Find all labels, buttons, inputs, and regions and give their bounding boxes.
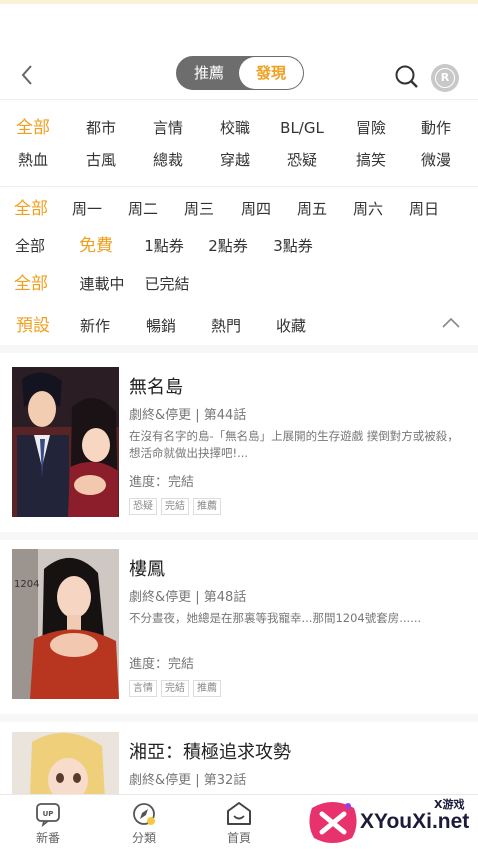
tab-category[interactable]: 分類 xyxy=(104,801,184,847)
weekday-chip-all[interactable]: 全部 xyxy=(12,194,50,224)
weekday-chip[interactable]: 周三 xyxy=(182,194,216,224)
comic-tags: 言情 完結 推薦 xyxy=(129,680,221,697)
svg-text:UP: UP xyxy=(43,810,54,818)
genre-chip[interactable]: 言情 xyxy=(151,113,185,143)
genre-chip[interactable]: 恐疑 xyxy=(285,145,319,175)
tab-label: 首頁 xyxy=(226,831,251,845)
genre-filter-row-2: 熱血 古風 總裁 穿越 恐疑 搞笑 微漫 xyxy=(0,145,478,175)
sort-chip[interactable]: 熱門 xyxy=(209,311,243,341)
genre-filter-row-1: 全部 都市 言情 校職 BL/GL 冒險 動作 xyxy=(0,113,478,143)
comic-tags: 恐疑 完結 推薦 xyxy=(129,498,221,515)
r-badge-icon[interactable]: R xyxy=(431,64,459,92)
comic-cover-image[interactable] xyxy=(12,367,119,517)
comic-cover-image[interactable] xyxy=(12,732,119,794)
chevron-up-icon[interactable] xyxy=(440,314,462,332)
comic-description: 不分晝夜，她總是在那裏等我寵幸...那間1204號套房...... xyxy=(129,611,422,625)
tab-home[interactable]: 首頁 xyxy=(199,801,279,847)
up-icon: UP xyxy=(36,803,60,827)
comic-meta: 劇終&停更 | 第32話 xyxy=(129,773,247,788)
comic-card[interactable]: 湘亞：積極追求攻勢 劇終&停更 | 第32話 xyxy=(0,732,478,794)
price-filter-row: 全部 免費 1點券 2點券 3點券 xyxy=(0,231,478,261)
genre-chip[interactable]: 冒險 xyxy=(354,113,388,143)
filter-divider xyxy=(0,186,478,187)
tab-recommend[interactable]: 推薦 xyxy=(179,57,239,89)
genre-chip[interactable]: 古風 xyxy=(84,145,118,175)
weekday-filter-row: 全部 周一 周二 周三 周四 周五 周六 周日 xyxy=(0,194,478,224)
genre-chip[interactable]: 動作 xyxy=(419,113,453,143)
tab-label: 分類 xyxy=(131,831,156,845)
weekday-chip[interactable]: 周二 xyxy=(126,194,160,224)
genre-chip[interactable]: 穿越 xyxy=(218,145,252,175)
comic-meta: 劇終&停更 | 第48話 xyxy=(129,590,247,605)
home-face-icon xyxy=(227,802,251,825)
genre-chip[interactable]: 搞笑 xyxy=(354,145,388,175)
sort-chip[interactable]: 新作 xyxy=(78,311,112,341)
segmented-control: 推薦 發現 xyxy=(176,56,304,90)
weekday-chip[interactable]: 周四 xyxy=(239,194,273,224)
price-chip-free[interactable]: 免費 xyxy=(76,231,116,261)
genre-chip[interactable]: BL/GL xyxy=(279,113,325,143)
comic-progress: 進度：完結 xyxy=(129,475,195,490)
comic-title[interactable]: 無名島 xyxy=(129,373,183,399)
comic-description: 在沒有名字的島-「無名島」上展開的生存遊戲 撲倒對方或被殺，想活命就做出抉擇吧!… xyxy=(129,429,459,460)
card-separator xyxy=(0,714,478,722)
genre-chip-all[interactable]: 全部 xyxy=(14,113,52,143)
genre-chip[interactable]: 微漫 xyxy=(419,145,453,175)
sort-chip[interactable]: 收藏 xyxy=(274,311,308,341)
tab-discover[interactable]: 發現 xyxy=(239,57,303,89)
status-filter-row: 全部 連載中 已完結 xyxy=(0,269,478,299)
genre-chip[interactable]: 熱血 xyxy=(16,145,50,175)
status-chip-all[interactable]: 全部 xyxy=(12,269,50,299)
status-chip[interactable]: 連載中 xyxy=(78,269,126,299)
weekday-chip[interactable]: 周日 xyxy=(407,194,441,224)
price-chip[interactable]: 1點券 xyxy=(143,231,185,261)
sort-chip[interactable]: 暢銷 xyxy=(144,311,178,341)
gamepad-logo-icon xyxy=(309,802,357,843)
comic-tag: 言情 xyxy=(129,680,157,697)
header: 推薦 發現 R xyxy=(0,52,478,100)
price-chip[interactable]: 全部 xyxy=(14,231,46,261)
comic-tag: 推薦 xyxy=(193,680,221,697)
weekday-chip[interactable]: 周六 xyxy=(351,194,385,224)
comic-tag: 完結 xyxy=(161,680,189,697)
genre-chip[interactable]: 都市 xyxy=(84,113,118,143)
compass-icon xyxy=(133,803,155,825)
card-separator xyxy=(0,532,478,540)
watermark-logo: X游戏 XYouXi.net xyxy=(300,794,478,849)
sort-chip-default[interactable]: 預設 xyxy=(14,311,52,341)
tab-label: 新番 xyxy=(35,831,60,845)
search-icon[interactable] xyxy=(394,64,420,90)
price-chip[interactable]: 3點券 xyxy=(272,231,314,261)
back-arrow-icon[interactable] xyxy=(14,62,40,88)
comic-title[interactable]: 樓鳳 xyxy=(129,555,165,581)
sort-filter-row: 預設 新作 暢銷 熱門 收藏 xyxy=(0,311,478,341)
watermark-text: XYouXi.net xyxy=(360,810,470,833)
status-chip[interactable]: 已完結 xyxy=(143,269,191,299)
comic-tag: 完結 xyxy=(161,498,189,515)
section-separator xyxy=(0,345,478,353)
comic-tag: 恐疑 xyxy=(129,498,157,515)
price-chip[interactable]: 2點券 xyxy=(207,231,249,261)
comic-card[interactable]: 1204 樓鳳 劇終&停更 | 第48話 不分晝夜，她總是在那裏等我寵幸...那… xyxy=(0,549,478,719)
comic-progress: 進度：完結 xyxy=(129,657,195,672)
comic-card[interactable]: 無名島 劇終&停更 | 第44話 在沒有名字的島-「無名島」上展開的生存遊戲 撲… xyxy=(0,367,478,537)
top-accent-bar xyxy=(0,0,478,4)
genre-chip[interactable]: 總裁 xyxy=(151,145,185,175)
weekday-chip[interactable]: 周五 xyxy=(295,194,329,224)
weekday-chip[interactable]: 周一 xyxy=(70,194,104,224)
comic-cover-image[interactable]: 1204 xyxy=(12,549,119,699)
genre-chip[interactable]: 校職 xyxy=(218,113,252,143)
cover-room-number: 1204 xyxy=(14,579,39,590)
r-badge-letter: R xyxy=(435,68,455,88)
comic-title[interactable]: 湘亞：積極追求攻勢 xyxy=(129,738,291,764)
header-divider xyxy=(0,99,478,100)
comic-tag: 推薦 xyxy=(193,498,221,515)
tab-new[interactable]: UP 新番 xyxy=(8,801,88,847)
comic-meta: 劇終&停更 | 第44話 xyxy=(129,408,247,423)
